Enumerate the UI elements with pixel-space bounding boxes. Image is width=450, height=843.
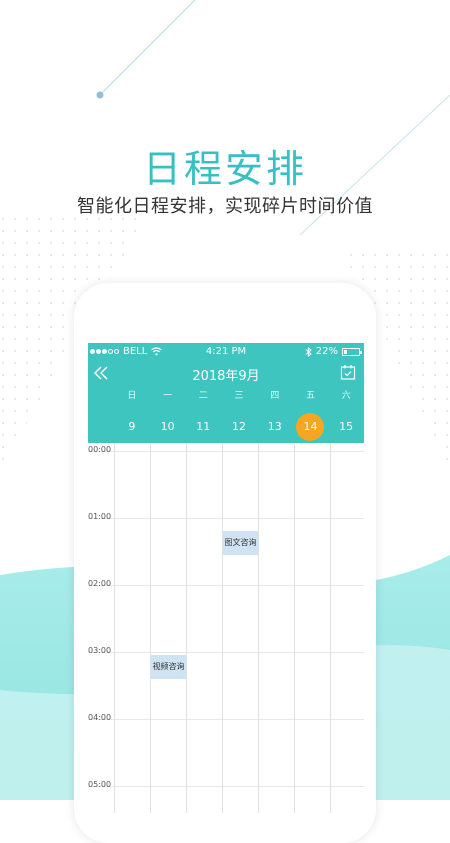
grid-column-line <box>186 443 187 813</box>
date-cell[interactable]: 9 <box>114 413 150 441</box>
grid-column-line <box>114 443 115 813</box>
date-label: 13 <box>267 420 282 433</box>
time-label: 04:00 <box>88 713 112 722</box>
time-label: 01:00 <box>88 512 112 521</box>
date-label: 12 <box>232 420 247 433</box>
status-bar: BELL 4:21 PM 22% <box>88 345 364 361</box>
weekday-label: 三 <box>234 391 244 401</box>
date-label: 9 <box>128 420 136 433</box>
grid-row-line <box>88 518 364 519</box>
grid-column-line <box>150 443 151 813</box>
schedule-event[interactable]: 视频咨询 <box>151 655 186 680</box>
weekday-label: 二 <box>198 391 208 401</box>
grid-row-line <box>88 585 364 586</box>
weekday-label: 日 <box>127 391 137 401</box>
time-label: 03:00 <box>88 646 112 655</box>
date-cell[interactable]: 15 <box>328 413 364 441</box>
phone-screen: BELL 4:21 PM 22% 2018年9月 日 一 二 三 四 五 六 9… <box>88 343 364 813</box>
date-label: 11 <box>196 420 211 433</box>
date-cell[interactable]: 13 <box>257 413 293 441</box>
grid-column-line <box>294 443 295 813</box>
weekday-label: 四 <box>270 391 280 401</box>
subheadline: 智能化日程安排，实现碎片时间价值 <box>77 196 373 217</box>
calendar-header: BELL 4:21 PM 22% 2018年9月 日 一 二 三 四 五 六 9… <box>88 343 364 443</box>
date-label: 15 <box>339 420 354 433</box>
weekday-label: 六 <box>341 391 351 401</box>
weekday-label: 五 <box>305 391 315 401</box>
date-label: 10 <box>160 420 175 433</box>
date-cell-selected[interactable]: 14 <box>293 413 329 441</box>
date-cell[interactable]: 11 <box>185 413 221 441</box>
event-label: 视频咨询 <box>152 662 185 672</box>
date-row: 9 10 11 12 13 14 15 <box>114 413 364 441</box>
month-title: 2018年9月 <box>192 369 260 384</box>
grid-row-line <box>88 652 364 653</box>
grid-row-line <box>88 786 364 787</box>
bluetooth-icon <box>305 346 312 357</box>
date-cell[interactable]: 10 <box>150 413 186 441</box>
schedule-event[interactable]: 图文咨询 <box>223 531 258 556</box>
time-label: 02:00 <box>88 579 112 588</box>
battery-icon <box>342 347 362 356</box>
battery-percent: 22% <box>315 346 338 357</box>
time-label: 05:00 <box>88 780 112 789</box>
grid-column-line <box>258 443 259 813</box>
grid-column-line <box>222 443 223 813</box>
calendar-check-icon[interactable] <box>340 364 356 380</box>
grid-row-line <box>88 719 364 720</box>
grid-row-line <box>88 451 364 452</box>
weekday-label: 一 <box>163 391 173 401</box>
calendar-nav: 2018年9月 <box>88 363 364 385</box>
time-label: 00:00 <box>88 445 112 454</box>
grid-column-line <box>330 443 331 813</box>
schedule-grid[interactable]: 00:00 01:00 02:00 03:00 04:00 05:00 图文咨询… <box>88 443 364 813</box>
date-cell[interactable]: 12 <box>221 413 257 441</box>
headline: 日程安排 <box>142 147 307 191</box>
event-label: 图文咨询 <box>224 538 257 548</box>
weekday-row: 日 一 二 三 四 五 六 <box>114 388 364 401</box>
date-label: 14 <box>296 413 325 441</box>
